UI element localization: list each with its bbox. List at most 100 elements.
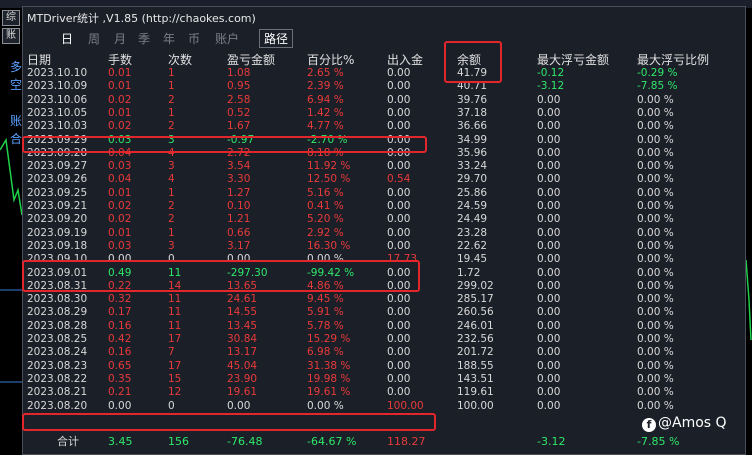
cell-pct: 6.98 % [307, 346, 344, 359]
header-max-float-loss[interactable]: 最大浮亏金额 [537, 51, 609, 68]
cell-max-float-loss: 0.00 [537, 239, 561, 252]
table-row[interactable]: 2023.08.24 0.16 7 13.17 6.98 % 0.00 201.72 0.00… [23, 346, 745, 359]
cell-pnl: -297.30 [227, 266, 268, 279]
cell-pnl: 24.61 [227, 293, 258, 306]
table-row[interactable]: 2023.08.30 0.32 11 24.61 9.45 % 0.00 285.17 0.0… [23, 293, 745, 306]
cell-count: 1 [168, 106, 175, 119]
cell-date: 2023.09.28 [27, 146, 88, 159]
cell-max-float-ratio: 0.00 % [637, 346, 674, 359]
cell-pct: -2.70 % [307, 133, 348, 146]
cell-lots: 0.02 [108, 120, 132, 133]
table-row[interactable]: 2023.09.26 0.04 4 3.30 12.50 % 0.54 29.70 0.00 0… [23, 173, 745, 186]
cell-max-float-loss: 0.00 [537, 266, 561, 279]
table-row[interactable]: 2023.09.10 0.00 0 0.00 0.00 % 17.73 19.45 0.00 0… [23, 253, 745, 266]
tab-currency[interactable]: 币 [188, 30, 200, 47]
header-balance[interactable]: 余额 [457, 51, 481, 68]
tab-account[interactable]: 账户 [215, 30, 239, 47]
cell-lots: 0.32 [108, 293, 132, 306]
table-row[interactable]: 2023.08.22 0.35 15 23.90 19.98 % 0.00 143.51 0.… [23, 373, 745, 386]
left-label-total: 合 [10, 132, 23, 146]
cell-lots: 0.03 [108, 160, 132, 173]
period-tabs: 日 周 月 季 年 币 账户 路径 [23, 27, 745, 49]
header-lots[interactable]: 手数 [108, 51, 132, 68]
cell-count: 11 [168, 266, 182, 279]
cell-date: 2023.09.26 [27, 173, 88, 186]
cell-pnl: 45.04 [227, 359, 258, 372]
table-row[interactable]: 2023.09.27 0.03 3 3.54 11.92 % 0.00 33.24 0.00 0… [23, 160, 745, 173]
cell-count: 3 [168, 239, 175, 252]
table-row[interactable]: 2023.09.01 0.49 11 -297.30 -99.42 % 0.00 1.72 0… [23, 267, 745, 280]
table-row[interactable]: 2023.08.28 0.16 11 13.45 5.78 % 0.00 246.01 0.0… [23, 320, 745, 333]
header-max-float-ratio[interactable]: 最大浮亏比例 [637, 51, 709, 68]
cell-io: 0.00 [387, 319, 411, 332]
cell-pct: 4.86 % [307, 279, 344, 292]
table-row[interactable]: 2023.08.31 0.22 14 13.65 4.86 % 0.00 299.02 0.0… [23, 280, 745, 293]
cell-count: 11 [168, 293, 182, 306]
header-io[interactable]: 出入金 [387, 51, 423, 68]
cell-pct: 2.65 % [307, 67, 344, 79]
tab-month[interactable]: 月 [114, 30, 126, 47]
cell-pnl: 1.08 [227, 67, 251, 79]
left-tab-summary[interactable]: 综 [2, 10, 20, 26]
header-date[interactable]: 日期 [27, 51, 51, 68]
cell-max-float-loss: 0.00 [537, 253, 561, 266]
cell-pnl: 0.66 [227, 226, 251, 239]
cell-lots: 0.01 [108, 80, 132, 93]
cell-max-float-loss: 0.00 [537, 372, 561, 385]
table-row[interactable]: 2023.08.25 0.42 17 30.84 15.29 % 0.00 232.56 0.… [23, 333, 745, 346]
tab-quarter[interactable]: 季 [138, 30, 150, 47]
cell-io: 0.00 [387, 80, 411, 93]
table-row[interactable]: 2023.09.18 0.03 3 3.17 16.30 % 0.00 22.62 0.00 0… [23, 240, 745, 253]
cell-pnl: 14.55 [227, 306, 258, 319]
cell-io: 0.00 [387, 386, 411, 399]
cell-pct: 5.91 % [307, 306, 344, 319]
cell-max-float-ratio: -0.29 % [637, 67, 678, 79]
header-count[interactable]: 次数 [168, 51, 192, 68]
cell-balance: 25.86 [457, 186, 488, 199]
cell-pnl: 3.17 [227, 239, 251, 252]
table-row[interactable]: 2023.08.21 0.21 12 19.61 19.61 % 0.00 119.61 0.… [23, 386, 745, 399]
table-row[interactable]: 2023.09.21 0.02 2 0.10 0.41 % 0.00 24.59 0.00 0.… [23, 200, 745, 213]
cell-max-float-loss: 0.00 [537, 359, 561, 372]
cell-lots: 0.04 [108, 146, 132, 159]
cell-balance: 143.51 [457, 372, 494, 385]
table-row[interactable]: 2023.08.23 0.65 17 45.04 31.38 % 0.00 188.55 0.… [23, 360, 745, 373]
table-row[interactable]: 2023.10.09 0.01 1 0.95 2.39 % 0.00 40.71 -3.12 -… [23, 80, 745, 93]
tab-day[interactable]: 日 [61, 30, 73, 47]
table-row[interactable]: 2023.10.06 0.02 2 2.58 6.94 % 0.00 39.76 0.00 0.… [23, 94, 745, 107]
cell-pct: 6.94 % [307, 93, 344, 106]
cell-lots: 0.42 [108, 333, 132, 345]
tab-week[interactable]: 周 [88, 30, 100, 47]
cell-max-float-ratio: 0.00 % [637, 359, 674, 372]
cell-lots: 0.22 [108, 279, 132, 292]
table-row[interactable]: 2023.10.05 0.01 1 0.52 1.42 % 0.00 37.18 0.00 0.… [23, 107, 745, 120]
cell-balance: 100.00 [457, 399, 494, 412]
tab-year[interactable]: 年 [163, 30, 175, 47]
cell-date: 2023.08.31 [27, 279, 88, 292]
cell-lots: 0.03 [108, 239, 132, 252]
table-row[interactable]: 2023.08.20 0.00 0 0.00 0.00 % 100.00 100.00 0.0… [23, 400, 745, 413]
table-row[interactable]: 2023.09.20 0.02 2 1.21 5.20 % 0.00 24.49 0.00 0.… [23, 213, 745, 226]
cell-count: 2 [168, 120, 175, 133]
header-pct[interactable]: 百分比% [307, 51, 354, 68]
cell-date: 2023.10.06 [27, 93, 88, 106]
cell-pct: 0.41 % [307, 200, 344, 212]
total-pct: -64.67 % [307, 435, 357, 448]
cell-balance: 37.18 [457, 106, 488, 119]
table-row[interactable]: 2023.08.29 0.17 11 14.55 5.91 % 0.00 260.56 0.0… [23, 306, 745, 319]
cell-pnl: 1.67 [227, 120, 251, 133]
table-row[interactable]: 2023.09.28 0.04 4 2.72 8.18 % 0.00 35.96 0.00 0.… [23, 147, 745, 160]
left-tab-account[interactable]: 账 [2, 28, 20, 44]
table-row[interactable]: 2023.10.03 0.02 2 1.67 4.77 % 0.00 36.66 0.00 0.… [23, 120, 745, 133]
cell-count: 0 [168, 253, 175, 266]
table-row[interactable]: 2023.09.29 0.03 3 -0.97 -2.70 % 0.00 34.99 0.00… [23, 134, 745, 147]
header-pnl[interactable]: 盈亏金额 [227, 51, 275, 68]
table-row[interactable]: 2023.09.25 0.01 1 1.27 5.16 % 0.00 25.86 0.00 0.… [23, 187, 745, 200]
cell-max-float-ratio: 0.00 % [637, 226, 674, 239]
tab-path[interactable]: 路径 [259, 29, 294, 48]
cell-max-float-ratio: 0.00 % [637, 333, 674, 345]
cell-max-float-loss: 0.00 [537, 346, 561, 359]
table-row[interactable]: 2023.10.10 0.01 1 1.08 2.65 % 0.00 41.79 -0.12 -… [23, 67, 745, 80]
table-row[interactable]: 2023.09.19 0.01 1 0.66 2.92 % 0.00 23.28 0.00 0.… [23, 227, 745, 240]
cell-lots: 0.02 [108, 213, 132, 226]
